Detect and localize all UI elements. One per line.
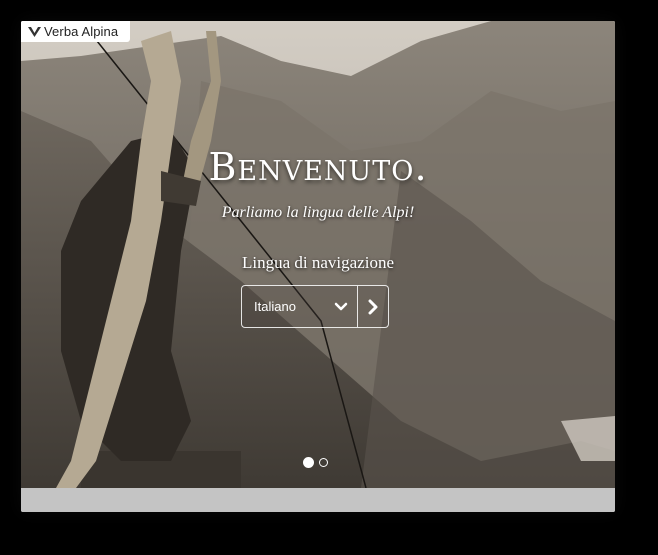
go-button[interactable] xyxy=(357,286,388,327)
navigation-language-label: Lingua di navigazione xyxy=(241,253,394,272)
brand-logo-link[interactable]: Verba Alpina xyxy=(21,21,130,42)
footer-bar xyxy=(21,488,615,512)
carousel-dot-1[interactable] xyxy=(303,457,314,468)
language-dropdown[interactable]: Italiano xyxy=(242,286,357,327)
hero-slider: Verba Alpina Benvenuto. Parliamo la ling… xyxy=(21,21,615,488)
welcome-tagline: Parliamo la lingua delle Alpi! xyxy=(221,204,415,221)
mountain-logo-icon xyxy=(28,26,41,37)
app-window: Verba Alpina Benvenuto. Parliamo la ling… xyxy=(21,21,615,512)
carousel-indicators xyxy=(303,457,328,468)
language-dropdown-value: Italiano xyxy=(254,299,296,314)
welcome-title: Benvenuto. xyxy=(208,145,428,189)
carousel-dot-2[interactable] xyxy=(319,458,328,467)
brand-name: Verba Alpina xyxy=(44,24,119,39)
chevron-right-icon xyxy=(368,299,378,314)
language-selector: Italiano xyxy=(241,285,389,328)
chevron-down-icon xyxy=(334,302,348,311)
